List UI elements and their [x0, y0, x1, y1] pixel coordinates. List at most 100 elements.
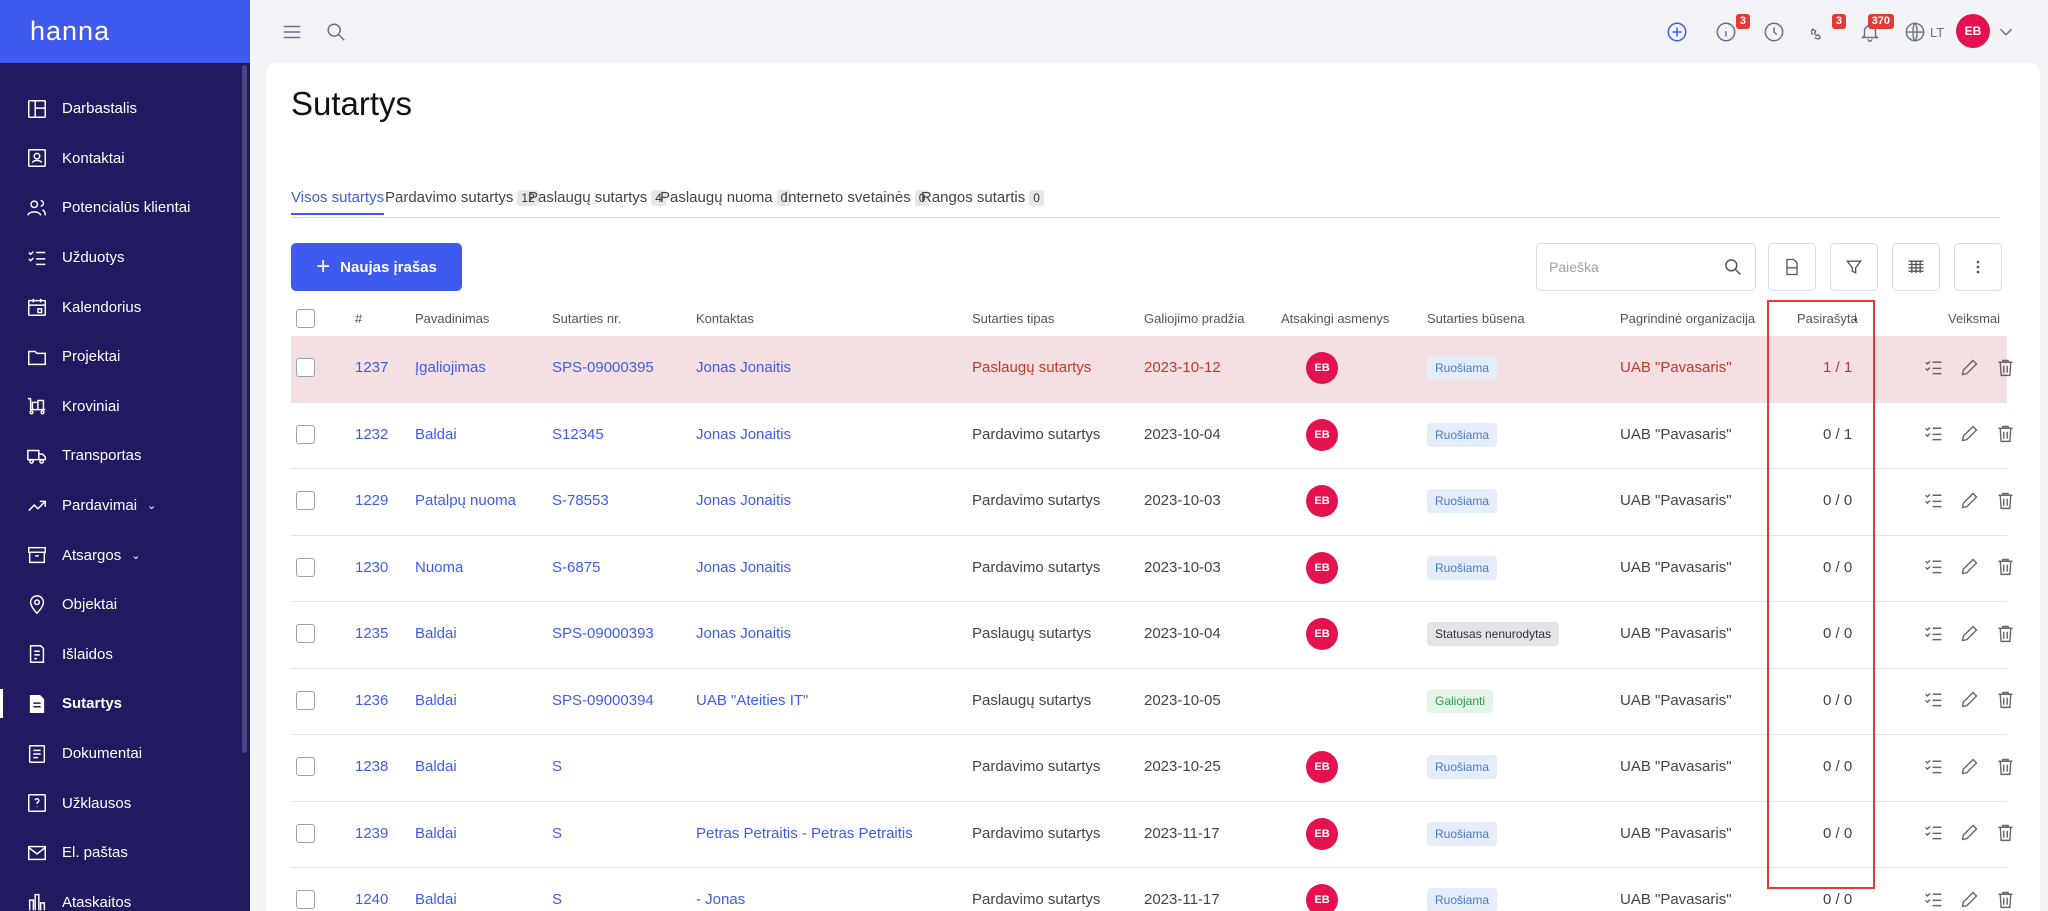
table-row[interactable]: 1235 Baldai SPS-09000393 Jonas Jonaitis Pasl… — [291, 602, 2012, 669]
checklist-icon[interactable] — [1922, 755, 1944, 777]
responsible-avatar[interactable]: EB — [1306, 352, 1338, 384]
row-checkbox[interactable] — [296, 491, 315, 510]
row-checkbox[interactable] — [296, 557, 315, 577]
row-name[interactable]: Patalpų nuoma — [415, 492, 516, 509]
row-contact[interactable]: - Jonas — [696, 891, 745, 908]
row-id[interactable]: 1240 — [355, 891, 388, 908]
edit-icon[interactable] — [1958, 489, 1980, 511]
export-button[interactable] — [1768, 243, 1816, 291]
row-contract-no[interactable]: S — [552, 758, 562, 775]
chevron-down-icon[interactable]: ⌄ — [131, 549, 140, 562]
tab-3[interactable]: Paslaugų sutartys 4 — [528, 189, 666, 206]
header-start-date[interactable]: Galiojimo pradžia — [1144, 311, 1244, 326]
row-name[interactable]: Baldai — [415, 426, 457, 443]
search-icon[interactable] — [324, 20, 348, 44]
sidebar-item-2[interactable]: Kontaktai — [0, 134, 250, 184]
edit-icon[interactable] — [1958, 423, 1980, 445]
sidebar-item-9[interactable]: Pardavimai ⌄ — [0, 481, 250, 531]
clock-icon[interactable] — [1762, 20, 1786, 44]
header-contract-no[interactable]: Sutarties nr. — [552, 311, 621, 326]
sidebar-item-13[interactable]: Sutartys — [0, 679, 250, 729]
checklist-icon[interactable] — [1922, 556, 1944, 578]
sidebar-item-12[interactable]: Išlaidos — [0, 630, 250, 680]
delete-icon[interactable] — [1994, 622, 2016, 644]
user-avatar[interactable]: EB — [1956, 14, 1990, 48]
edit-icon[interactable] — [1958, 888, 1980, 910]
responsible-avatar[interactable]: EB — [1306, 418, 1338, 451]
more-options-button[interactable] — [1954, 243, 2002, 291]
row-contact[interactable]: Jonas Jonaitis — [696, 625, 791, 642]
chevron-down-icon[interactable]: ⌄ — [147, 499, 156, 512]
search-icon[interactable] — [1723, 257, 1743, 277]
delete-icon[interactable] — [1994, 356, 2016, 378]
checklist-icon[interactable] — [1922, 489, 1944, 511]
select-all-checkbox[interactable] — [296, 309, 315, 328]
table-row[interactable]: 1238 Baldai S Pardavimo sutartys 2023-10-25 E… — [291, 735, 2012, 802]
table-row[interactable]: 1237 Įgaliojimas SPS-09000395 Jonas Jonaiti… — [291, 336, 2012, 403]
delete-icon[interactable] — [1994, 822, 2016, 844]
table-row[interactable]: 1230 Nuoma S-6875 Jonas Jonaitis Pardavimo s… — [291, 536, 2012, 602]
sidebar-item-3[interactable]: Potencialūs klientai — [0, 183, 250, 233]
sidebar-item-1[interactable]: Darbastalis — [0, 84, 250, 134]
chevron-down-icon[interactable] — [1994, 20, 2018, 44]
row-checkbox[interactable] — [296, 823, 315, 843]
row-name[interactable]: Įgaliojimas — [415, 359, 486, 376]
row-checkbox[interactable] — [296, 624, 315, 643]
row-id[interactable]: 1232 — [355, 426, 388, 443]
app-logo[interactable]: hanna — [0, 0, 250, 63]
table-row[interactable]: 1239 Baldai S Petras Petraitis - Petras Pet… — [291, 802, 2012, 868]
sidebar-item-17[interactable]: Ataskaitos — [0, 878, 250, 911]
row-contract-no[interactable]: SPS-09000394 — [552, 692, 654, 709]
row-checkbox[interactable] — [296, 424, 315, 444]
responsible-avatar[interactable]: EB — [1306, 485, 1338, 517]
new-record-button[interactable]: + Naujas įrašas — [291, 243, 462, 291]
sidebar-item-14[interactable]: Dokumentai — [0, 729, 250, 779]
header-status[interactable]: Sutarties būsena — [1427, 311, 1525, 326]
row-id[interactable]: 1230 — [355, 559, 388, 576]
sidebar-item-10[interactable]: Atsargos ⌄ — [0, 530, 250, 580]
edit-icon[interactable] — [1958, 755, 1980, 777]
row-checkbox[interactable] — [296, 890, 315, 909]
sidebar-scrollbar[interactable] — [242, 65, 247, 753]
row-id[interactable]: 1238 — [355, 758, 388, 775]
sidebar-item-11[interactable]: Objektai — [0, 580, 250, 630]
add-circle-icon[interactable] — [1665, 20, 1689, 44]
row-contact[interactable]: Petras Petraitis - Petras Petraitis — [696, 825, 913, 842]
sidebar-item-16[interactable]: El. paštas — [0, 828, 250, 878]
row-contract-no[interactable]: SPS-09000395 — [552, 359, 654, 376]
responsible-avatar[interactable]: EB — [1306, 817, 1338, 850]
row-contact[interactable]: UAB "Ateities IT" — [696, 692, 808, 709]
row-contact[interactable]: Jonas Jonaitis — [696, 426, 791, 443]
table-row[interactable]: 1236 Baldai SPS-09000394 UAB "Ateities IT" P… — [291, 669, 2012, 735]
search-field[interactable]: Paieška — [1536, 243, 1756, 291]
delete-icon[interactable] — [1994, 888, 2016, 910]
tab-4[interactable]: Paslaugų nuoma 0 — [660, 189, 792, 206]
sidebar-item-7[interactable]: Kroviniai — [0, 382, 250, 432]
row-name[interactable]: Nuoma — [415, 559, 463, 576]
checklist-icon[interactable] — [1922, 356, 1944, 378]
filter-button[interactable] — [1830, 243, 1878, 291]
row-contact[interactable]: Jonas Jonaitis — [696, 492, 791, 509]
table-row[interactable]: 1232 Baldai S12345 Jonas Jonaitis Pardavimo … — [291, 403, 2012, 469]
checklist-icon[interactable] — [1922, 822, 1944, 844]
row-id[interactable]: 1236 — [355, 692, 388, 709]
delete-icon[interactable] — [1994, 423, 2016, 445]
row-name[interactable]: Baldai — [415, 891, 457, 908]
row-contract-no[interactable]: S-6875 — [552, 559, 600, 576]
hamburger-menu-icon[interactable] — [280, 20, 304, 44]
edit-icon[interactable] — [1958, 556, 1980, 578]
row-contact[interactable]: Jonas Jonaitis — [696, 559, 791, 576]
header-type[interactable]: Sutarties tipas — [972, 311, 1054, 326]
sidebar-item-4[interactable]: Užduotys — [0, 233, 250, 283]
row-contract-no[interactable]: S12345 — [552, 426, 604, 443]
responsible-avatar[interactable]: EB — [1306, 884, 1338, 911]
sort-arrow-icon[interactable]: ↓ — [1852, 308, 1859, 324]
row-contract-no[interactable]: SPS-09000393 — [552, 625, 654, 642]
info-icon[interactable]: 3 — [1714, 14, 1750, 44]
sidebar-item-15[interactable]: Užklausos — [0, 778, 250, 828]
table-row[interactable]: 1240 Baldai S - Jonas Pardavimo sutartys 2023… — [291, 868, 2012, 911]
edit-icon[interactable] — [1958, 689, 1980, 711]
header-num[interactable]: # — [355, 311, 362, 326]
row-id[interactable]: 1237 — [355, 359, 388, 376]
tab-5[interactable]: Interneto svetainės 0 — [784, 189, 930, 206]
